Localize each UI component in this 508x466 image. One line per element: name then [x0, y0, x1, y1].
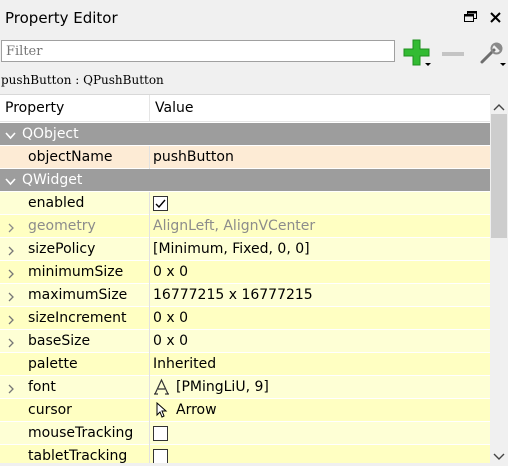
property-value[interactable]: AlignLeft, AlignVCenter — [153, 218, 315, 234]
row-sizePolicy[interactable]: sizePolicy [Minimum, Fixed, 0, 0] — [0, 238, 490, 261]
title-bar: Property Editor — [0, 0, 508, 36]
column-divider — [149, 422, 150, 445]
mouseTracking-checkbox[interactable] — [153, 426, 168, 441]
scroll-up-icon[interactable] — [493, 97, 505, 111]
chevron-down-icon[interactable] — [5, 129, 16, 140]
header-value[interactable]: Value — [155, 100, 193, 116]
chevron-right-icon[interactable] — [6, 336, 16, 348]
row-objectName[interactable]: objectName pushButton — [0, 146, 490, 169]
minus-icon[interactable] — [440, 44, 466, 64]
row-baseSize[interactable]: baseSize 0 x 0 — [0, 330, 490, 353]
property-name: sizeIncrement — [28, 310, 127, 326]
chevron-right-icon[interactable] — [6, 290, 16, 302]
header-property[interactable]: Property — [5, 100, 64, 116]
property-value[interactable]: Arrow — [176, 402, 217, 418]
property-name: palette — [28, 356, 78, 372]
chevron-right-icon[interactable] — [6, 267, 16, 279]
row-mouseTracking[interactable]: mouseTracking — [0, 422, 490, 445]
column-divider — [149, 238, 150, 261]
row-enabled[interactable]: enabled — [0, 192, 490, 215]
group-label: QObject — [22, 126, 79, 142]
row-maximumSize[interactable]: maximumSize 16777215 x 16777215 — [0, 284, 490, 307]
float-window-icon[interactable] — [464, 11, 477, 22]
column-divider — [149, 146, 150, 169]
enabled-checkbox[interactable] — [153, 196, 168, 211]
group-label: QWidget — [22, 172, 83, 188]
column-divider — [149, 376, 150, 399]
group-qobject[interactable]: QObject — [0, 123, 490, 146]
arrow-cursor-icon — [153, 401, 170, 419]
row-geometry[interactable]: geometry AlignLeft, AlignVCenter — [0, 215, 490, 238]
row-sizeIncrement[interactable]: sizeIncrement 0 x 0 — [0, 307, 490, 330]
column-divider — [149, 192, 150, 215]
property-value[interactable]: 0 x 0 — [153, 310, 188, 326]
chevron-right-icon[interactable] — [6, 382, 16, 394]
property-name: tabletTracking — [28, 448, 128, 463]
property-name: mouseTracking — [28, 425, 134, 441]
chevron-down-icon[interactable] — [5, 175, 16, 186]
row-palette[interactable]: palette Inherited — [0, 353, 490, 376]
scrollbar-thumb[interactable] — [491, 114, 507, 238]
property-name: cursor — [28, 402, 72, 418]
property-value[interactable]: pushButton — [153, 149, 234, 165]
column-divider — [149, 399, 150, 422]
chevron-right-icon[interactable] — [6, 313, 16, 325]
column-divider — [149, 215, 150, 238]
property-name: baseSize — [28, 333, 91, 349]
plus-icon[interactable] — [402, 38, 432, 68]
row-minimumSize[interactable]: minimumSize 0 x 0 — [0, 261, 490, 284]
row-cursor[interactable]: cursor Arrow — [0, 399, 490, 422]
property-value[interactable]: [PMingLiU, 9] — [176, 379, 269, 395]
property-name: geometry — [28, 218, 96, 234]
column-divider — [149, 353, 150, 376]
vertical-scrollbar[interactable] — [490, 94, 508, 462]
property-value[interactable]: Inherited — [153, 356, 216, 372]
tabletTracking-checkbox[interactable] — [153, 449, 168, 463]
property-value[interactable]: 0 x 0 — [153, 333, 188, 349]
font-icon — [153, 378, 170, 396]
property-value[interactable]: [Minimum, Fixed, 0, 0] — [153, 241, 310, 257]
filter-input[interactable] — [1, 40, 395, 62]
tree-header: Property Value — [0, 95, 490, 122]
close-icon[interactable] — [489, 11, 502, 24]
scroll-down-icon[interactable] — [493, 447, 505, 460]
property-value[interactable]: 16777215 x 16777215 — [153, 287, 313, 303]
group-qwidget[interactable]: QWidget — [0, 169, 490, 192]
column-divider — [149, 307, 150, 330]
panel-title: Property Editor — [5, 9, 118, 27]
column-divider — [149, 261, 150, 284]
property-tree: Property Value QObject objectName pushBu… — [0, 94, 490, 463]
property-name: objectName — [28, 149, 113, 165]
header-divider — [149, 95, 150, 121]
property-name: maximumSize — [28, 287, 128, 303]
column-divider — [149, 445, 150, 463]
column-divider — [149, 330, 150, 353]
property-name: sizePolicy — [28, 241, 96, 257]
row-font[interactable]: font [PMingLiU, 9] — [0, 376, 490, 399]
property-value[interactable]: 0 x 0 — [153, 264, 188, 280]
chevron-right-icon[interactable] — [6, 221, 16, 233]
property-name: enabled — [28, 195, 85, 211]
property-name: minimumSize — [28, 264, 124, 280]
property-name: font — [28, 379, 56, 395]
row-tabletTracking[interactable]: tabletTracking — [0, 445, 490, 463]
column-divider — [149, 284, 150, 307]
object-class-label: pushButton : QPushButton — [1, 73, 164, 87]
chevron-right-icon[interactable] — [6, 244, 16, 256]
wrench-icon[interactable] — [477, 38, 507, 68]
